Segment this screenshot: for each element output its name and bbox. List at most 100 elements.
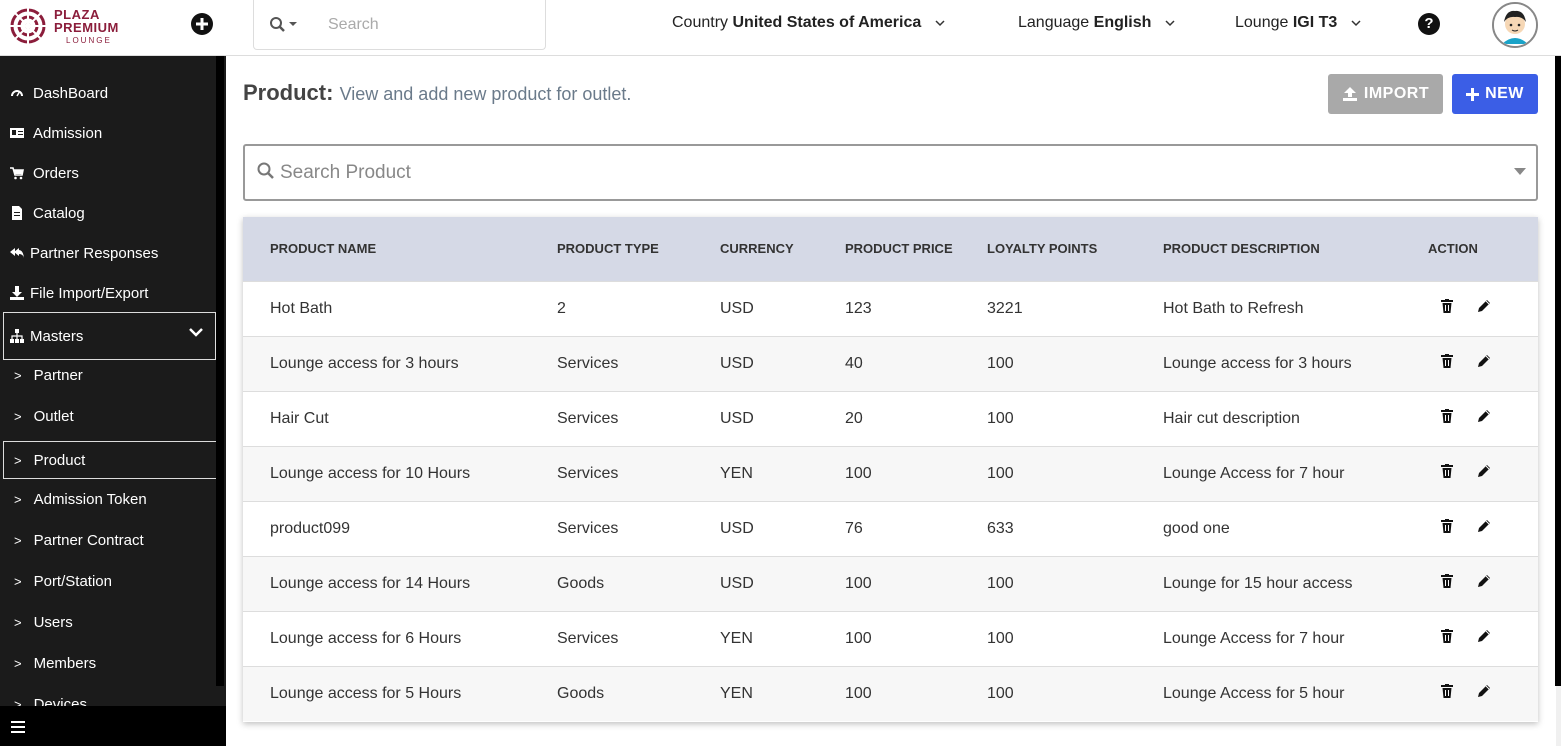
add-circle-icon[interactable] — [190, 12, 214, 36]
sidebar-item-orders[interactable]: Orders — [0, 154, 220, 192]
column-header[interactable]: LOYALTY POINTS — [987, 217, 1163, 281]
logo-line-2: PREMIUM — [54, 20, 119, 35]
sidebar-item-masters[interactable]: Masters — [3, 312, 216, 360]
table-row[interactable]: Hair Cut Services USD 20 100 Hair cut descrip… — [243, 391, 1538, 446]
table-cell: Lounge access for 14 Hours — [270, 574, 471, 592]
sidebar-subitem-admission-token[interactable]: > Admission Token — [0, 480, 220, 518]
sidebar-subitem-partner-contract[interactable]: > Partner Contract — [0, 521, 220, 559]
table-cell: Hair Cut — [270, 409, 329, 427]
edit-pencil-icon[interactable] — [1477, 464, 1491, 483]
delete-icon[interactable] — [1441, 464, 1453, 483]
table-row[interactable]: Lounge access for 3 hours Services USD 40 10… — [243, 336, 1538, 391]
sidebar-item-catalog[interactable]: Catalog — [0, 194, 220, 232]
column-header[interactable]: PRODUCT TYPE — [557, 217, 720, 281]
delete-icon[interactable] — [1441, 299, 1453, 318]
table-header-row: PRODUCT NAME PRODUCT TYPE CURRENCY PRODU… — [243, 217, 1538, 281]
delete-icon[interactable] — [1441, 519, 1453, 538]
import-button[interactable]: IMPORT — [1328, 74, 1443, 114]
country-selector[interactable]: Country United States of America — [672, 14, 946, 32]
sidebar-subitem-users[interactable]: > Users — [0, 603, 220, 641]
table-cell: Hot Bath to Refresh — [1163, 299, 1304, 317]
edit-pencil-icon[interactable] — [1477, 629, 1491, 648]
table-cell: good one — [1163, 519, 1230, 537]
dropdown-caret-icon[interactable] — [1514, 168, 1526, 175]
table-cell: Lounge access for 5 Hours — [270, 684, 462, 702]
sidebar-subitem-product[interactable]: > Product — [3, 441, 220, 479]
action-cell — [1428, 336, 1538, 391]
table-cell: USD — [720, 574, 754, 592]
table-cell: Hair cut description — [1163, 409, 1300, 427]
edit-pencil-icon[interactable] — [1477, 519, 1491, 538]
chevron-right-icon: > — [14, 573, 22, 589]
edit-pencil-icon[interactable] — [1477, 574, 1491, 593]
table-row[interactable]: Lounge access for 10 Hours Services YEN 100… — [243, 446, 1538, 501]
column-header[interactable]: PRODUCT DESCRIPTION — [1163, 217, 1428, 281]
table-cell: Services — [557, 354, 619, 372]
sidebar-subitem-outlet[interactable]: > Outlet — [0, 397, 220, 435]
language-selector[interactable]: Language English — [1018, 14, 1176, 32]
sidebar-item-dashboard[interactable]: DashBoard — [0, 74, 220, 112]
dashboard-icon — [11, 90, 23, 97]
delete-icon[interactable] — [1441, 574, 1453, 593]
table-cell: Goods — [557, 684, 605, 702]
table-cell: Lounge access for 3 hours — [270, 354, 459, 372]
chevron-right-icon: > — [14, 614, 22, 630]
delete-icon[interactable] — [1441, 684, 1453, 703]
sidebar-subitem-members[interactable]: > Members — [0, 644, 220, 682]
lounge-selector[interactable]: Lounge IGI T3 — [1235, 14, 1362, 32]
sidebar-scrollbar[interactable] — [216, 56, 224, 686]
sidebar-subitem-partner[interactable]: > Partner — [0, 356, 220, 394]
search-dropdown-icon[interactable] — [269, 16, 305, 39]
table-cell: Services — [557, 464, 619, 482]
global-search[interactable]: Search — [253, 0, 546, 50]
help-icon[interactable]: ? — [1418, 13, 1440, 35]
hamburger-menu-icon[interactable] — [11, 721, 25, 736]
product-search-select[interactable]: Search Product — [243, 144, 1538, 201]
id-card-icon — [10, 128, 24, 138]
sidebar-subitem-devices[interactable]: > Devices — [0, 685, 220, 707]
table-cell: 100 — [987, 409, 1014, 427]
edit-pencil-icon[interactable] — [1477, 684, 1491, 703]
delete-icon[interactable] — [1441, 354, 1453, 373]
sidebar-subitem-port-station[interactable]: > Port/Station — [0, 562, 220, 600]
table-row[interactable]: product099 Services USD 76 633 good one — [243, 501, 1538, 556]
table-cell: Goods — [557, 574, 605, 592]
table-cell: 76 — [845, 519, 863, 537]
sidebar-item-partner-responses[interactable]: Partner Responses — [0, 234, 220, 272]
table-cell: Lounge Access for 7 hour — [1163, 464, 1345, 482]
table-cell: 100 — [845, 684, 872, 702]
delete-icon[interactable] — [1441, 409, 1453, 428]
column-header: ACTION — [1428, 241, 1478, 257]
table-cell: Services — [557, 629, 619, 647]
table-row[interactable]: Lounge access for 6 Hours Services YEN 100 1… — [243, 611, 1538, 666]
upload-icon — [1342, 87, 1357, 101]
user-avatar[interactable] — [1492, 2, 1538, 48]
table-cell: 100 — [845, 574, 872, 592]
table-row[interactable]: Lounge access for 14 Hours Goods USD 100 100… — [243, 556, 1538, 611]
action-cell — [1428, 281, 1538, 336]
sidebar-item-admission[interactable]: Admission — [0, 114, 220, 152]
main-scrollbar[interactable] — [1555, 56, 1561, 686]
table-cell: YEN — [720, 464, 753, 482]
edit-pencil-icon[interactable] — [1477, 409, 1491, 428]
reply-all-icon — [10, 248, 24, 258]
sidebar-item-file-import-export[interactable]: File Import/Export — [0, 274, 220, 312]
chevron-right-icon: > — [14, 491, 22, 507]
column-header[interactable]: CURRENCY — [720, 217, 845, 281]
search-input[interactable]: Search — [328, 16, 379, 34]
new-product-button[interactable]: NEW — [1452, 74, 1538, 114]
table-cell: Services — [557, 409, 619, 427]
chevron-down-icon — [1165, 20, 1175, 26]
table-cell: 100 — [845, 629, 872, 647]
edit-pencil-icon[interactable] — [1477, 354, 1491, 373]
table-row[interactable]: Lounge access for 5 Hours Goods YEN 100 100 L… — [243, 666, 1538, 721]
plaza-premium-logo[interactable]: PLAZA PREMIUM LOUNGE — [10, 6, 130, 46]
table-cell: 100 — [845, 464, 872, 482]
column-header[interactable]: PRODUCT NAME — [243, 217, 557, 281]
edit-pencil-icon[interactable] — [1477, 299, 1491, 318]
column-header[interactable]: PRODUCT PRICE — [845, 217, 987, 281]
table-cell: 100 — [987, 464, 1014, 482]
delete-icon[interactable] — [1441, 629, 1453, 648]
table-row[interactable]: Hot Bath 2 USD 123 3221 Hot Bath to Refresh — [243, 281, 1538, 336]
product-search-input[interactable]: Search Product — [280, 162, 411, 184]
